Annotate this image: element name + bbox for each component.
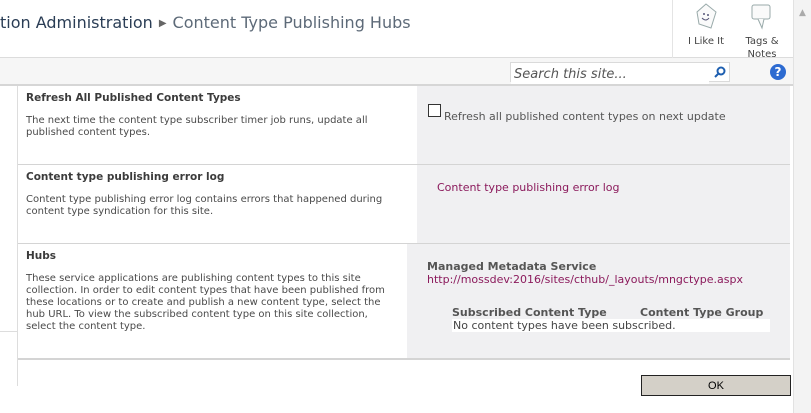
scroll-up-icon[interactable]: ▲ [794,8,811,18]
breadcrumb-separator-icon: ▶ [158,18,167,29]
search-bar: ? [0,58,793,86]
i-like-it-button[interactable]: I Like It [677,0,735,48]
section-description: The next time the content type subscribe… [26,115,368,138]
service-name: Managed Metadata Service [427,260,597,273]
refresh-checkbox-label[interactable]: Refresh all published content types on n… [428,104,770,123]
search-icon[interactable] [713,65,727,79]
section-hubs: Hubs These service applications are publi… [18,244,790,360]
page-title: Content Type Publishing Hubs [172,13,411,32]
table-header: Subscribed Content Type Content Type Gro… [452,306,770,319]
tags-notes-button[interactable]: Tags & Notes [733,0,791,61]
search-input[interactable] [511,65,709,84]
tags-notes-icon [751,4,771,30]
settings-form: Refresh All Published Content Types The n… [18,86,790,360]
section-title: Content type publishing error log [26,171,225,183]
ok-button[interactable]: OK [641,375,791,396]
column-header: Content Type Group [640,306,764,319]
help-icon[interactable]: ? [770,64,786,80]
section-description: Content type publishing error log contai… [26,194,383,217]
refresh-checkbox[interactable] [428,104,441,117]
section-title: Refresh All Published Content Types [26,92,241,104]
section-refresh: Refresh All Published Content Types The n… [18,86,790,165]
section-error-log: Content type publishing error log Content… [18,165,790,244]
divider [0,331,18,332]
page-header: tion Administration ▶ Content Type Publish… [0,0,793,61]
scrollbar[interactable]: ▲ [793,0,811,413]
breadcrumb: tion Administration ▶ Content Type Publish… [0,13,411,32]
left-nav-rail [0,86,18,386]
social-bar: I Like It Tags & Notes [672,0,793,61]
section-title: Hubs [26,250,57,262]
error-log-link[interactable]: Content type publishing error log [437,181,619,194]
section-description: These service applications are publishin… [26,273,385,332]
column-header: Subscribed Content Type [452,306,607,319]
hub-url-link[interactable]: http://mossdev:2016/sites/cthub/_layouts… [427,273,743,286]
empty-message: No content types have been subscribed. [452,319,770,332]
subscribed-table: Subscribed Content Type Content Type Gro… [452,306,770,332]
breadcrumb-parent[interactable]: tion Administration [0,13,153,32]
like-tag-icon [696,3,717,29]
search-box [510,62,730,84]
